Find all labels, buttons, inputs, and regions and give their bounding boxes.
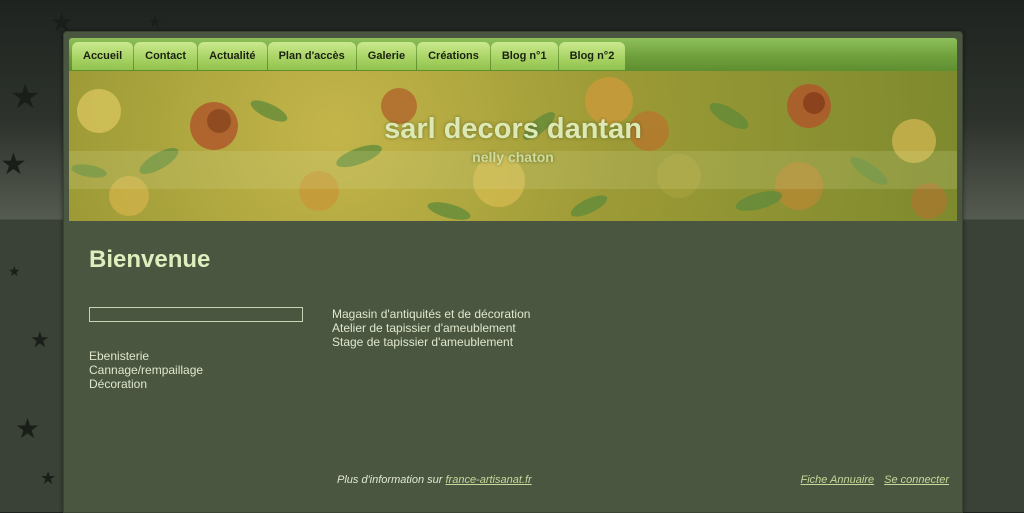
main-nav: Accueil Contact Actualité Plan d'accès G… xyxy=(69,38,957,71)
sidebar-item-ebenisterie: Ebenisterie xyxy=(89,349,150,363)
star-icon: ★ xyxy=(0,147,27,182)
se-connecter-link[interactable]: Se connecter xyxy=(884,474,949,486)
star-icon: ★ xyxy=(148,12,163,31)
floral-pattern xyxy=(71,77,947,220)
sidebar-item-cannage: Cannage/rempaillage xyxy=(89,363,204,377)
france-artisanat-link[interactable]: france-artisanat.fr xyxy=(445,474,531,486)
content-line-atelier: Atelier de tapissier d'ameublement xyxy=(332,321,516,335)
content-line-magasin: Magasin d'antiquités et de décoration xyxy=(332,307,531,321)
nav-tab-creations[interactable]: Créations xyxy=(417,42,490,70)
site-title[interactable]: sarl decors dantan xyxy=(69,113,957,146)
page-container: Accueil Contact Actualité Plan d'accès G… xyxy=(63,31,963,513)
content-line-stage: Stage de tapissier d'ameublement xyxy=(332,335,514,349)
nav-tab-plan-acces[interactable]: Plan d'accès xyxy=(267,42,356,70)
content-text: Magasin d'antiquités et de décoration At… xyxy=(332,307,530,349)
site-subtitle: nelly chaton xyxy=(472,149,554,165)
footer-info-text: Plus d'information sur xyxy=(337,474,446,486)
fiche-annuaire-link[interactable]: Fiche Annuaire xyxy=(801,474,875,486)
star-icon: ★ xyxy=(15,412,41,445)
star-icon: ★ xyxy=(8,264,21,280)
nav-tab-accueil[interactable]: Accueil xyxy=(72,42,134,70)
nav-tab-blog-2[interactable]: Blog n°2 xyxy=(558,42,626,70)
header-banner: sarl decors dantan nelly chaton xyxy=(69,71,957,221)
star-icon: ★ xyxy=(10,77,41,117)
footer-info: Plus d'information sur france-artisanat.… xyxy=(337,474,532,486)
star-icon: ★ xyxy=(30,328,50,353)
page-title: Bienvenue xyxy=(89,246,211,273)
nav-tabs: Accueil Contact Actualité Plan d'accès G… xyxy=(72,42,626,71)
nav-tab-galerie[interactable]: Galerie xyxy=(356,42,417,70)
star-icon: ★ xyxy=(40,468,57,489)
sidebar-list: Ebenisterie Cannage/rempaillage Décorati… xyxy=(89,349,203,391)
nav-tab-actualite[interactable]: Actualité xyxy=(198,42,267,70)
nav-tab-contact[interactable]: Contact xyxy=(134,42,198,70)
sidebar-item-decoration: Décoration xyxy=(89,377,148,391)
footer-links: Fiche Annuaire Se connecter xyxy=(794,474,949,486)
nav-tab-blog-1[interactable]: Blog n°1 xyxy=(490,42,558,70)
sidebar-search-box[interactable] xyxy=(89,307,303,322)
